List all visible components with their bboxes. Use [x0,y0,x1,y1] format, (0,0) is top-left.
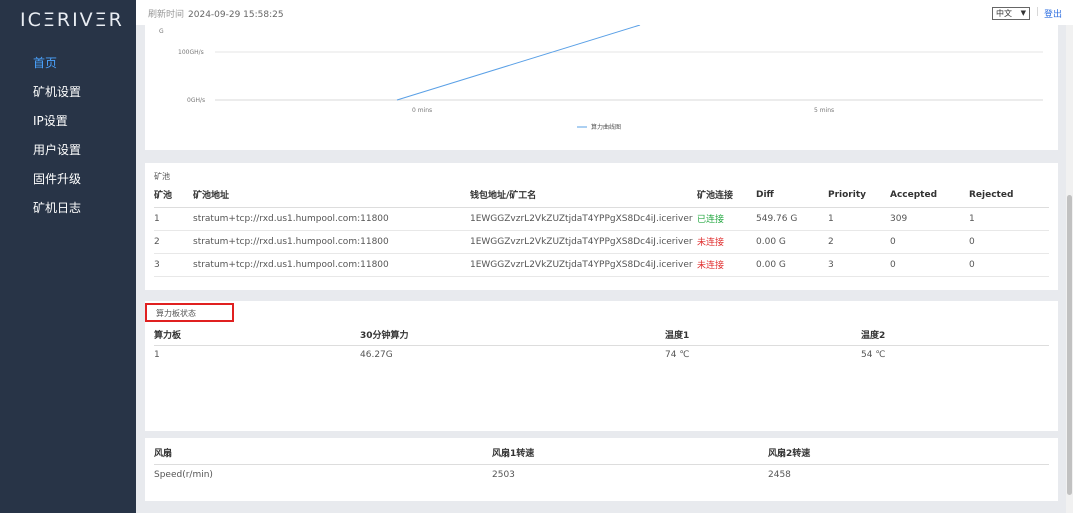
pool-priority: 1 [828,207,890,231]
pool-accepted: 0 [890,253,969,277]
pool-accepted: 309 [890,207,969,231]
pool-diff: 0.00 G [756,253,828,277]
column-header: 温度1 [665,325,861,346]
fan2-speed: 2458 [768,470,791,481]
y-tick-label: 100GH/s [178,49,204,56]
hashboard-table-header: 算力板 30分钟算力 温度1 温度2 [154,325,1049,346]
legend-label: 算力曲线图 [591,123,621,131]
language-select-value: 中文 [996,9,1012,18]
pool-address: stratum+tcp://rxd.us1.humpool.com:11800 [193,230,470,254]
chevron-down-icon: ▼ [1020,9,1026,17]
column-header: 钱包地址/矿工名 [470,183,697,208]
pool-card: 矿池 矿池 矿池地址 钱包地址/矿工名 矿池连接 Diff Priority A… [145,163,1058,290]
iceriver-logo: ICΞRIVΞR [20,9,124,31]
refresh-time: 刷新时间 2024-09-29 15:58:25 [148,7,284,20]
column-header: Diff [756,183,828,208]
pool-priority: 2 [828,230,890,254]
column-header: Accepted [890,183,969,208]
pool-address: stratum+tcp://rxd.us1.humpool.com:11800 [193,207,470,231]
refresh-time-value: 2024-09-29 15:58:25 [188,10,284,20]
pool-card-title: 矿池 [154,172,170,181]
fan-table-header: 风扇 风扇1转速 风扇2转速 [154,442,1049,465]
board-hashrate: 46.27G [360,350,393,361]
column-header: 温度2 [861,325,1049,346]
pool-priority: 3 [828,253,890,277]
pool-table-header: 矿池 矿池地址 钱包地址/矿工名 矿池连接 Diff Priority Acce… [154,183,1049,208]
sidebar-item-ip-settings[interactable]: IP设置 [0,108,136,137]
column-header: 矿池地址 [193,183,470,208]
sidebar-item-user-settings[interactable]: 用户设置 [0,137,136,166]
table-row: 2 stratum+tcp://rxd.us1.humpool.com:1180… [154,230,1049,254]
pool-diff: 549.76 G [756,207,828,231]
pool-index: 1 [154,207,193,231]
table-row: 1 stratum+tcp://rxd.us1.humpool.com:1180… [154,207,1049,231]
sidebar: ICΞRIVΞR 首页 矿机设置 IP设置 用户设置 固件升级 矿机日志 [0,0,136,513]
fan-card: 风扇 风扇1转速 风扇2转速 Speed(r/min) 2503 2458 [145,438,1058,501]
hashrate-chart: G 100GH/s 0GH/s 0 mins 5 mins 算力曲线图 [145,25,1058,150]
board-temp1: 74 ℃ [665,350,690,361]
logout-link[interactable]: 登出 [1044,7,1062,20]
column-header: 矿池 [154,183,193,208]
pool-accepted: 0 [890,230,969,254]
wallet-worker: 1EWGGZvzrL2VkZUZtjdaT4YPPgXS8Dc4iJ.iceri… [470,230,697,254]
wallet-worker: 1EWGGZvzrL2VkZUZtjdaT4YPPgXS8Dc4iJ.iceri… [470,207,697,231]
pool-table: 矿池 矿池地址 钱包地址/矿工名 矿池连接 Diff Priority Acce… [154,183,1049,277]
topbar: 刷新时间 2024-09-29 15:58:25 中文 ▼ | 登出 [136,0,1073,25]
page-scrollbar[interactable] [1066,25,1073,513]
table-row: 1 46.27G 74 ℃ 54 ℃ [154,345,1049,365]
table-row: 3 stratum+tcp://rxd.us1.humpool.com:1180… [154,253,1049,277]
fan-table: 风扇 风扇1转速 风扇2转速 Speed(r/min) 2503 2458 [154,442,1049,486]
fan-speed-label: Speed(r/min) [154,470,213,481]
column-header: 算力板 [154,325,360,346]
x-tick-label: 5 mins [814,107,834,114]
column-header: 风扇1转速 [492,442,768,465]
pool-status: 未连接 [697,253,756,277]
sidebar-item-miner-log[interactable]: 矿机日志 [0,195,136,224]
wallet-worker: 1EWGGZvzrL2VkZUZtjdaT4YPPgXS8Dc4iJ.iceri… [470,253,697,277]
hashrate-series-line [396,25,641,101]
pool-diff: 0.00 G [756,230,828,254]
hashboard-card: 算力板状态 算力板 30分钟算力 温度1 温度2 1 46.27G 74 ℃ 5… [145,301,1058,431]
hashboard-table: 算力板 30分钟算力 温度1 温度2 1 46.27G 74 ℃ 54 ℃ [154,325,1049,365]
y-axis-partial-label: G [159,28,164,35]
pool-status: 已连接 [697,207,756,231]
column-header: Priority [828,183,890,208]
y-tick-label: 0GH/s [187,97,205,104]
table-row: Speed(r/min) 2503 2458 [154,464,1049,486]
sidebar-item-miner-settings[interactable]: 矿机设置 [0,79,136,108]
sidebar-item-home[interactable]: 首页 [0,50,136,79]
column-header: 矿池连接 [697,183,756,208]
hashrate-chart-svg: G 100GH/s 0GH/s 0 mins 5 mins 算力曲线图 [159,25,1043,131]
language-select[interactable]: 中文 ▼ [992,7,1030,20]
pool-index: 3 [154,253,193,277]
board-index: 1 [154,350,160,361]
fan1-speed: 2503 [492,470,515,481]
column-header: 风扇2转速 [768,442,1049,465]
column-header: Rejected [969,183,1049,208]
board-temp2: 54 ℃ [861,350,886,361]
pool-rejected: 1 [969,207,1049,231]
hashboard-card-title: 算力板状态 [156,309,196,318]
topbar-divider: | [1036,7,1040,17]
column-header: 30分钟算力 [360,325,665,346]
refresh-time-label: 刷新时间 [148,10,185,20]
pool-status: 未连接 [697,230,756,254]
pool-rejected: 0 [969,253,1049,277]
column-header: 风扇 [154,442,492,465]
sidebar-item-firmware-upgrade[interactable]: 固件升级 [0,166,136,195]
pool-index: 2 [154,230,193,254]
scrollbar-thumb[interactable] [1067,195,1072,495]
pool-address: stratum+tcp://rxd.us1.humpool.com:11800 [193,253,470,277]
sidebar-nav: 首页 矿机设置 IP设置 用户设置 固件升级 矿机日志 [0,50,136,224]
pool-rejected: 0 [969,230,1049,254]
x-tick-label: 0 mins [412,107,432,114]
